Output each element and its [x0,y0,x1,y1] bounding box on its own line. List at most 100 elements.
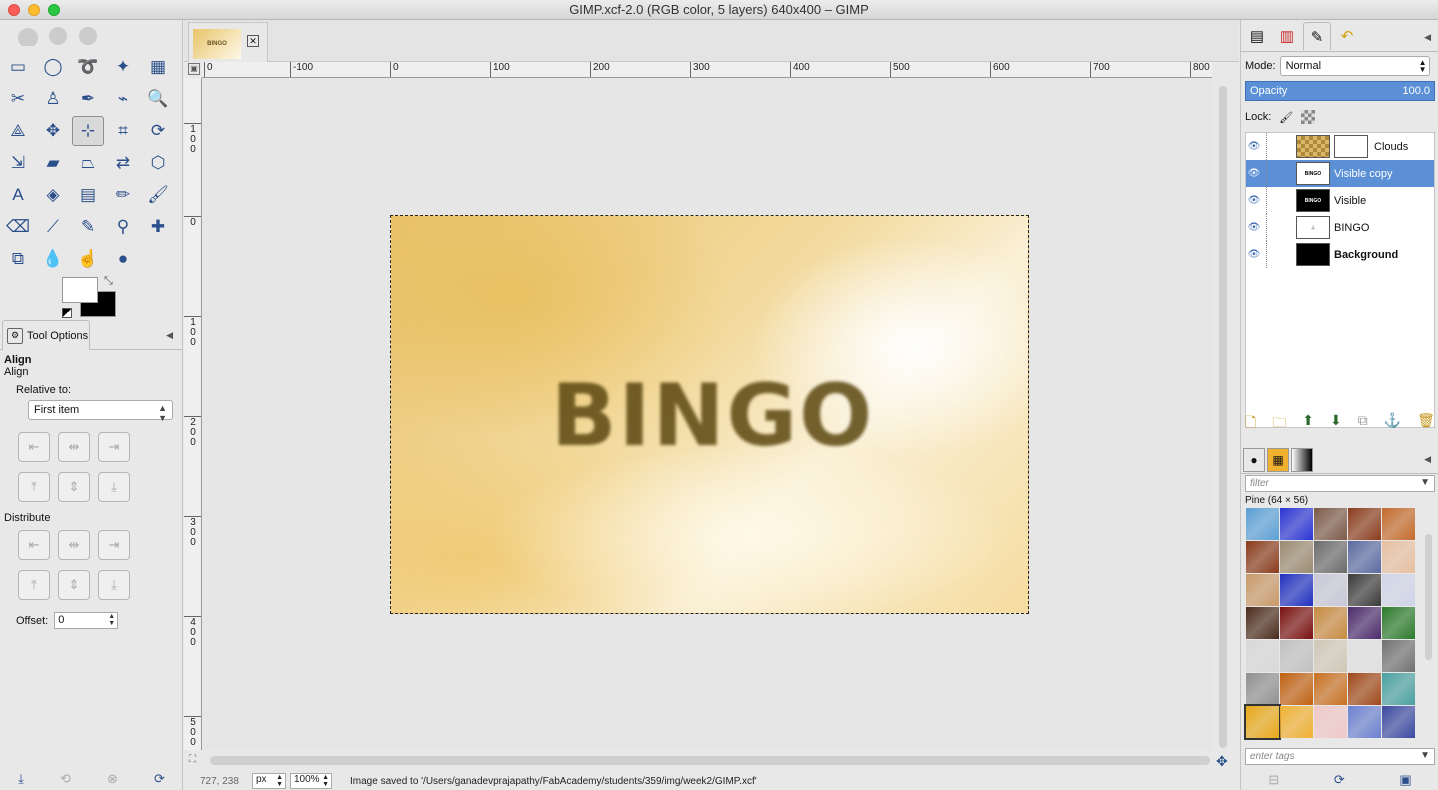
pattern-swatch[interactable] [1348,673,1381,705]
foreground-select-icon[interactable]: ♙ [37,84,69,114]
paintbrush-icon[interactable]: 🖌 [142,180,174,210]
text-icon[interactable]: A [2,180,34,210]
layer-row[interactable]: 👁 ⊥ BINGO [1246,214,1434,241]
pattern-swatch[interactable] [1314,673,1347,705]
color-picker-icon[interactable]: ⌁ [107,84,139,114]
chevron-down-icon[interactable]: ▼ [1420,750,1430,761]
pattern-swatch[interactable] [1314,607,1347,639]
pattern-swatch[interactable] [1246,607,1279,639]
free-select-icon[interactable]: ➰ [72,52,104,82]
clone-icon[interactable]: ⚲ [107,212,139,242]
pattern-swatch[interactable] [1280,640,1313,672]
pattern-swatch[interactable] [1280,508,1313,540]
horizontal-ruler[interactable]: 0 -100 0 100 200 300 400 500 600 700 800 [202,62,1212,78]
pattern-swatch[interactable] [1246,508,1279,540]
link-toggle[interactable] [1266,133,1296,160]
pattern-swatch[interactable] [1382,541,1415,573]
distribute-button-3[interactable]: ⇥ [98,530,130,560]
configure-tab-icon[interactable]: ◀ [166,330,173,341]
link-toggle[interactable] [1266,160,1296,187]
pattern-swatch[interactable] [1246,640,1279,672]
horizontal-scrollbar[interactable] [210,756,1210,765]
image-canvas[interactable]: BINGO [390,215,1029,614]
pattern-swatch[interactable] [1348,574,1381,606]
distribute-button-4[interactable]: ⤒ [18,570,50,600]
anchor-layer-icon[interactable]: ⚓ [1384,412,1401,434]
eraser-icon[interactable]: ⌫ [2,212,34,242]
opacity-slider[interactable]: Opacity 100.0 [1245,81,1435,101]
foreground-color-swatch[interactable] [62,277,98,303]
tab-tool-options[interactable]: ⚙ Tool Options [2,320,90,350]
distribute-button-6[interactable]: ⤓ [98,570,130,600]
navigate-icon[interactable]: ✥ [1216,753,1228,770]
layer-row[interactable]: 👁 Background [1246,241,1434,268]
distribute-button-1[interactable]: ⇤ [18,530,50,560]
visibility-eye-icon[interactable]: 👁 [1246,168,1262,179]
offset-input[interactable]: 0 ▲ ▼ [54,612,119,629]
layer-row[interactable]: 👁 BINGO Visible [1246,187,1434,214]
channels-tab-icon[interactable]: ▥ [1273,22,1301,50]
chevron-down-icon[interactable]: ▼ [1420,477,1430,488]
window-maximize-button[interactable] [48,4,60,16]
brushes-tab-icon[interactable]: ● [1243,448,1265,472]
configure-tab-icon[interactable]: ◀ [1424,454,1431,465]
patterns-scrollbar[interactable] [1425,534,1432,660]
pattern-swatch[interactable] [1246,541,1279,573]
new-layer-group-icon[interactable]: 🗀 [1272,412,1286,434]
edit-pattern-icon[interactable]: ⊟ [1268,772,1279,790]
align-button-4[interactable]: ⤒ [18,472,50,502]
mode-select[interactable]: Normal ▲ ▼ [1279,56,1430,76]
undo-history-tab-icon[interactable]: ↶ [1333,22,1361,50]
pattern-swatch[interactable] [1314,706,1347,738]
perspective-icon[interactable]: ⏢ [72,148,104,178]
pattern-swatch[interactable] [1280,607,1313,639]
smudge-icon[interactable]: ☝ [72,244,104,274]
vertical-scrollbar[interactable] [1219,86,1227,748]
align-icon[interactable]: ⊹ [72,116,104,146]
layer-row[interactable]: 👁 BINGO Visible copy [1246,160,1434,187]
spin-arrows-icon[interactable]: ▲ ▼ [108,613,115,627]
pattern-swatch[interactable] [1280,673,1313,705]
restore-options-icon[interactable]: ⟲ [60,771,71,787]
pattern-filter-input[interactable]: filter ▼ [1245,475,1435,492]
measure-icon[interactable]: ⟁ [2,116,34,146]
flip-icon[interactable]: ⇄ [107,148,139,178]
pattern-swatch[interactable] [1348,706,1381,738]
distribute-button-5[interactable]: ⇕ [58,570,90,600]
delete-layer-icon[interactable]: 🗑 [1417,412,1435,434]
scissors-select-icon[interactable]: ✂ [2,84,34,114]
heal-icon[interactable]: ✚ [142,212,174,242]
bucket-fill-icon[interactable]: ◈ [37,180,69,210]
layers-tab-icon[interactable]: ▤ [1243,22,1271,50]
refresh-patterns-icon[interactable]: ⟳ [1334,772,1345,790]
pattern-swatch[interactable] [1382,508,1415,540]
zoom-icon[interactable]: 🔍 [142,84,174,114]
airbrush-icon[interactable]: ⟋ [37,212,69,242]
unit-select[interactable]: px ▲ ▼ [252,773,286,789]
align-button-5[interactable]: ⇕ [58,472,90,502]
pattern-swatch[interactable] [1348,508,1381,540]
scale-icon[interactable]: ⇲ [2,148,34,178]
pattern-swatch[interactable] [1314,541,1347,573]
open-pattern-icon[interactable]: ▣ [1399,772,1411,790]
layer-mask-thumbnail[interactable] [1334,135,1368,158]
new-layer-icon[interactable]: 🗋 [1245,412,1256,434]
pattern-swatch[interactable] [1280,541,1313,573]
align-button-3[interactable]: ⇥ [98,432,130,462]
link-toggle[interactable] [1266,214,1296,241]
duplicate-layer-icon[interactable]: ⧉ [1358,412,1368,434]
pattern-swatch[interactable] [1280,574,1313,606]
link-toggle[interactable] [1266,187,1296,214]
distribute-button-2[interactable]: ⇹ [58,530,90,560]
link-toggle[interactable] [1266,241,1296,268]
visibility-eye-icon[interactable]: 👁 [1246,141,1262,152]
pattern-swatch[interactable] [1280,706,1313,738]
window-close-button[interactable] [8,4,20,16]
ink-icon[interactable]: ✎ [72,212,104,242]
pattern-swatch[interactable] [1314,574,1347,606]
align-button-2[interactable]: ⇹ [58,432,90,462]
reset-options-icon[interactable]: ⟳ [154,771,165,787]
perspective-clone-icon[interactable]: ⧉ [2,244,34,274]
lower-layer-icon[interactable]: ⬇ [1330,412,1342,434]
lock-alpha-icon[interactable] [1301,110,1316,124]
